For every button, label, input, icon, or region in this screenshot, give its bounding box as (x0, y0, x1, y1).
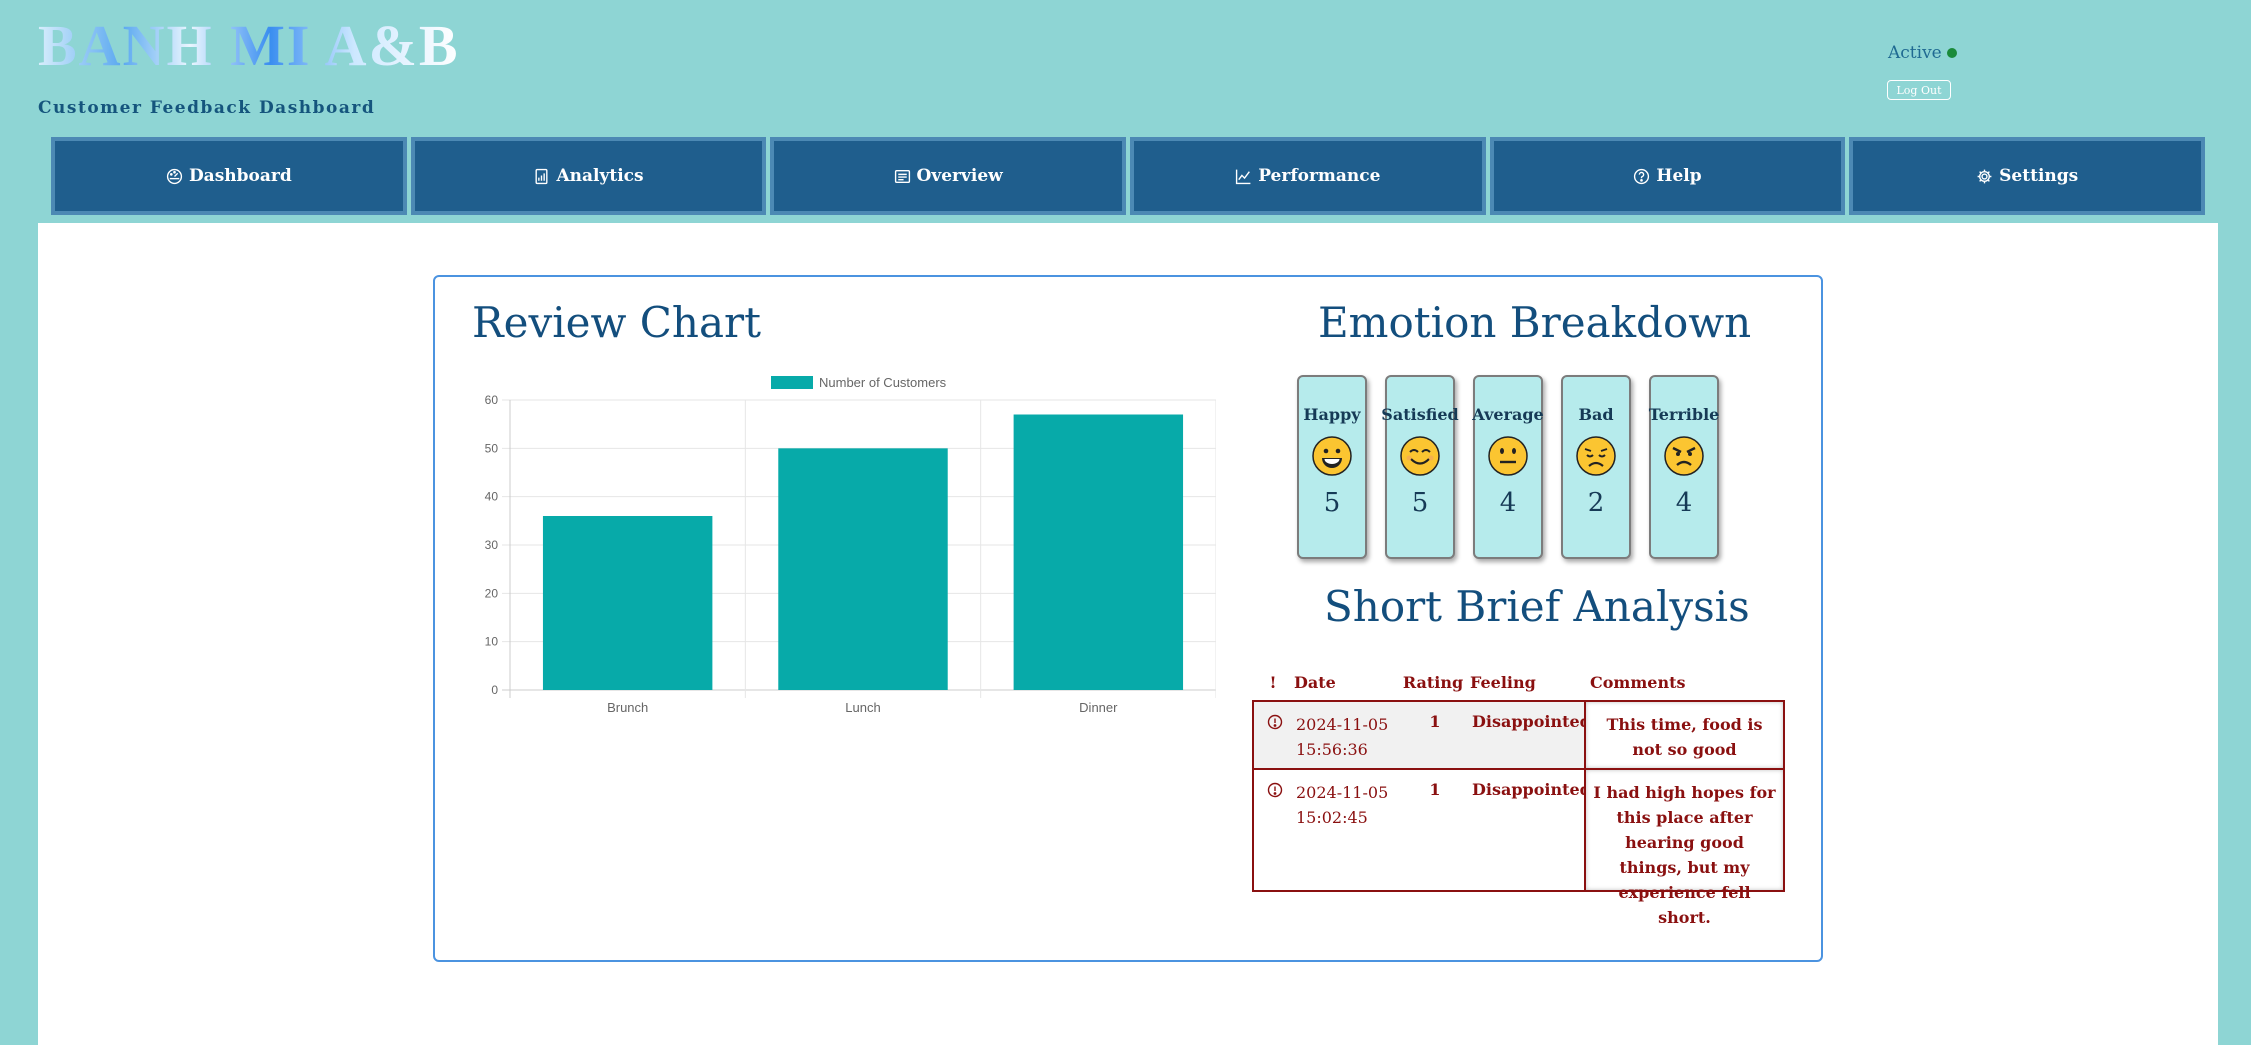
nav-overview[interactable]: Overview (770, 137, 1127, 215)
performance-icon (1236, 169, 1251, 184)
nav-performance[interactable]: Performance (1130, 137, 1486, 215)
emotion-label: Satisfied (1381, 405, 1459, 424)
nav-label: Help (1656, 166, 1702, 186)
y-tick-label: 0 (491, 683, 498, 697)
table-header: ! Date Rating Feeling Comments (1252, 664, 1785, 700)
y-tick-label: 30 (485, 538, 499, 552)
x-tick-label: Brunch (607, 700, 648, 715)
legend-swatch (771, 376, 813, 389)
angry-face-icon (1664, 436, 1704, 476)
main-nav: Dashboard Analytics Overview Performance… (51, 137, 2206, 215)
nav-settings[interactable]: Settings (1849, 137, 2206, 215)
nav-label: Dashboard (188, 166, 292, 186)
brand: BANH MI A&B Customer Feedback Dashboard (38, 13, 460, 119)
legend-label: Number of Customers (819, 375, 947, 390)
y-tick-label: 10 (485, 635, 499, 649)
rating-cell: 1 (1429, 780, 1441, 799)
bar-lunch (778, 448, 948, 690)
emotion-label: Terrible (1648, 405, 1720, 424)
bar-brunch (542, 516, 713, 690)
emotion-label: Average (1472, 405, 1544, 424)
analysis-table: ! Date Rating Feeling Comments 2024-11-0… (1252, 664, 1785, 927)
review-bar-chart: 0 10 20 30 40 50 60 Brunch Lunch Dinner Number of … (485, 375, 1216, 715)
alert-cell (1254, 702, 1296, 768)
header-feeling: Feeling (1470, 672, 1536, 692)
review-chart-title: Review Chart (472, 298, 761, 347)
emotion-card-satisfied: Satisfied 5 (1381, 375, 1459, 559)
emotion-count: 2 (1587, 488, 1605, 518)
grinning-face-icon (1312, 436, 1352, 476)
x-tick-label: Lunch (845, 700, 880, 715)
nav-label: Settings (1999, 166, 2079, 186)
header-rating: Rating (1402, 672, 1464, 692)
emotion-count: 4 (1499, 488, 1517, 518)
table-body: 2024-11-05 15:56:36 1 Disappointed This … (1252, 700, 1785, 927)
y-tick-label: 40 (485, 490, 499, 504)
emotion-card-terrible: Terrible 4 (1649, 375, 1719, 559)
table-row[interactable]: 2024-11-05 15:56:36 1 Disappointed This … (1254, 702, 1783, 770)
bar-dinner (1013, 414, 1184, 690)
status-dot-icon (1946, 48, 1957, 58)
emotion-breakdown-title: Emotion Breakdown (1318, 298, 1752, 347)
status-label: Active (1888, 43, 1942, 63)
nav-help[interactable]: Help (1489, 137, 1846, 215)
analytics-icon (535, 168, 548, 184)
emotion-card-average: Average 4 (1472, 375, 1544, 559)
x-tick-label: Dinner (1079, 700, 1118, 715)
emotion-count: 5 (1411, 488, 1429, 518)
emotion-count: 4 (1675, 488, 1693, 518)
emotion-cards: Happy 5 Satisfied 5 Average 4 Bad 2 Terr… (1297, 375, 1719, 559)
table-row[interactable]: 2024-11-05 15:02:45 1 Disappointed I had… (1254, 770, 1783, 927)
alert-circle-icon (1267, 714, 1283, 730)
alert-cell (1254, 770, 1296, 890)
header-date: Date (1294, 672, 1336, 692)
smiling-face-icon (1400, 436, 1440, 476)
header-alert: ! (1269, 672, 1277, 692)
overview-icon (894, 169, 910, 183)
logo: BANH MI A&B (38, 13, 460, 78)
logout-button[interactable]: Log Out (1887, 80, 1951, 100)
y-tick-label: 60 (485, 393, 499, 407)
nav-dashboard[interactable]: Dashboard (51, 137, 407, 215)
page-subtitle: Customer Feedback Dashboard (38, 98, 376, 118)
y-tick-label: 50 (485, 441, 499, 455)
neutral-face-icon (1488, 436, 1528, 476)
feeling-cell: Disappointed (1472, 712, 1591, 731)
nav-analytics[interactable]: Analytics (410, 137, 767, 215)
comment-cell: This time, food is not so good (1584, 702, 1783, 768)
status-indicator: Active (1888, 43, 1957, 63)
y-tick-label: 20 (485, 586, 499, 600)
dashboard-icon (166, 168, 183, 184)
date-cell: 2024-11-05 15:56:36 (1296, 715, 1389, 759)
emotion-card-happy: Happy 5 (1297, 375, 1367, 559)
emotion-label: Bad (1578, 405, 1614, 424)
help-icon (1634, 168, 1650, 184)
header-comments: Comments (1590, 672, 1686, 692)
emotion-label: Happy (1303, 405, 1361, 424)
rating-cell: 1 (1429, 712, 1441, 731)
emotion-card-bad: Bad 2 (1561, 375, 1631, 559)
analysis-title: Short Brief Analysis (1324, 582, 1750, 631)
nav-label: Overview (916, 166, 1003, 186)
alert-circle-icon (1267, 782, 1283, 798)
disappointed-face-icon (1576, 436, 1616, 476)
date-cell: 2024-11-05 15:02:45 (1296, 783, 1389, 827)
gear-icon (1977, 169, 1992, 183)
nav-label: Performance (1258, 166, 1381, 186)
feeling-cell: Disappointed (1472, 780, 1591, 799)
emotion-count: 5 (1323, 488, 1341, 518)
nav-label: Analytics (556, 166, 644, 186)
comment-cell: I had high hopes for this place after he… (1584, 770, 1783, 927)
